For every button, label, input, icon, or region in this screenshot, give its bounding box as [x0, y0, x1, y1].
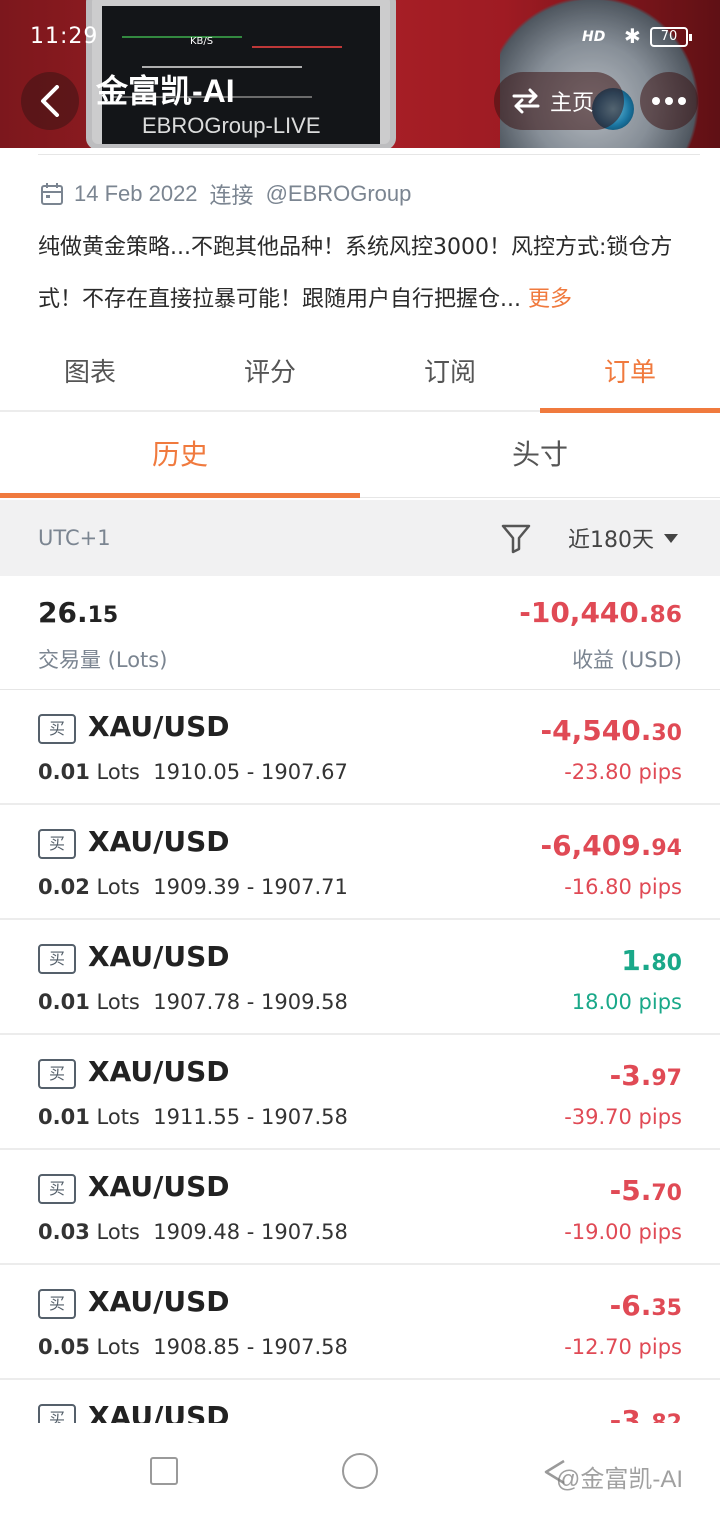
buy-badge: 买 — [38, 714, 76, 744]
order-pips: 18.00 pips — [571, 990, 682, 1014]
order-symbol: XAU/USD — [88, 710, 230, 743]
order-row[interactable]: 买 XAU/USD 0.01 Lots 1910.05 - 1907.67 -4… — [0, 690, 720, 805]
home-button-label: 主页 — [550, 91, 595, 116]
order-pips: -19.00 pips — [564, 1220, 682, 1244]
order-symbol: XAU/USD — [88, 1055, 230, 1088]
order-symbol: XAU/USD — [88, 825, 230, 858]
order-symbol: XAU/USD — [88, 1170, 230, 1203]
subtab-history[interactable]: 历史 — [0, 414, 360, 498]
connect-label: 连接 — [209, 183, 254, 208]
order-profit: 1.80 — [621, 944, 682, 977]
dot-icon — [652, 97, 660, 105]
order-detail: 0.03 Lots 1909.48 - 1907.58 — [38, 1220, 348, 1244]
dot-icon — [665, 97, 673, 105]
order-pips: -16.80 pips — [564, 875, 682, 899]
tab-subscribe[interactable]: 订阅 — [360, 338, 540, 410]
order-row[interactable]: 买 XAU/USD 0.05 Lots 1908.85 - 1907.58 -6… — [0, 1265, 720, 1380]
dot-icon — [678, 97, 686, 105]
order-profit: -3.82 — [609, 1404, 682, 1423]
tab-rating[interactable]: 评分 — [180, 338, 360, 410]
calendar-icon — [41, 183, 63, 205]
order-pips: -12.70 pips — [564, 1335, 682, 1359]
filter-icon[interactable] — [500, 522, 532, 554]
home-button[interactable]: 主页 — [494, 72, 624, 130]
total-profit-label: 收益 (USD) — [572, 648, 682, 672]
tab-chart[interactable]: 图表 — [0, 338, 180, 410]
order-profit: -4,540.30 — [540, 714, 682, 747]
order-detail: 0.05 Lots 1908.85 - 1907.58 — [38, 1335, 348, 1359]
buy-badge: 买 — [38, 1059, 76, 1089]
buy-badge: 买 — [38, 829, 76, 859]
order-detail: 0.01 Lots 1911.55 - 1907.58 — [38, 1105, 348, 1129]
buy-badge: 买 — [38, 1404, 76, 1423]
system-nav-bar: @金富凯-AI — [0, 1423, 720, 1520]
total-volume: 26.15 — [38, 596, 119, 629]
order-row[interactable]: 买 XAU/USD 0.01 Lots 1911.55 - 1907.58 -3… — [0, 1035, 720, 1150]
strategy-description: 纯做黄金策略...不跑其他品种！系统风控3000！风控方式:锁仓方式！不存在直接… — [38, 222, 702, 326]
order-row[interactable]: 买 XAU/USD 0.02 Lots 1909.39 - 1907.71 -6… — [0, 805, 720, 920]
order-detail: 0.01 Lots 1910.05 - 1907.67 — [38, 760, 348, 784]
order-profit: -6.35 — [609, 1289, 682, 1322]
filter-bar: UTC+1 近180天 — [0, 500, 720, 576]
order-profit: -5.70 — [609, 1174, 682, 1207]
order-row[interactable]: 买 XAU/USD 0.01 Lots 1907.78 - 1909.58 1.… — [0, 920, 720, 1035]
strategy-title: 金富凯-AI — [96, 73, 235, 109]
order-list: 买 XAU/USD 0.01 Lots 1910.05 - 1907.67 -4… — [0, 690, 720, 1423]
battery-icon: 70 — [650, 27, 692, 47]
subtab-positions[interactable]: 头寸 — [360, 414, 720, 497]
buy-badge: 买 — [38, 1174, 76, 1204]
order-symbol: XAU/USD — [88, 940, 230, 973]
expand-description-link[interactable]: 更多 — [528, 287, 572, 312]
bluetooth-icon: ✱ — [624, 24, 641, 48]
order-subtabs: 历史 头寸 — [0, 414, 720, 498]
tab-orders[interactable]: 订单 — [540, 338, 720, 413]
order-row[interactable]: 买 XAU/USD -3.82 — [0, 1380, 720, 1423]
hd-indicator: HD — [582, 29, 606, 45]
order-pips: -39.70 pips — [564, 1105, 682, 1129]
buy-badge: 买 — [38, 944, 76, 974]
recent-apps-button[interactable] — [150, 1457, 178, 1485]
order-detail: 0.02 Lots 1909.39 - 1907.71 — [38, 875, 348, 899]
timezone-label: UTC+1 — [38, 526, 111, 550]
home-nav-button[interactable] — [342, 1453, 378, 1489]
watermark-text: @金富凯-AI — [556, 1466, 684, 1493]
back-button[interactable] — [21, 72, 79, 130]
strategy-meta: 14 Feb 2022 连接 @EBROGroup — [40, 178, 411, 210]
order-symbol: XAU/USD — [88, 1285, 230, 1318]
order-profit: -3.97 — [609, 1059, 682, 1092]
order-profit: -6,409.94 — [540, 829, 682, 862]
status-time: 11:29 — [30, 24, 99, 49]
total-volume-label: 交易量 (Lots) — [38, 648, 168, 672]
strategy-account: EBROGroup-LIVE — [142, 113, 321, 138]
period-dropdown[interactable]: 近180天 — [568, 522, 678, 554]
created-date: 14 Feb 2022 — [74, 181, 198, 206]
buy-badge: 买 — [38, 1289, 76, 1319]
network-speed-unit: KB/S — [190, 36, 214, 47]
chevron-left-icon — [41, 85, 59, 117]
description-text: 纯做黄金策略...不跑其他品种！系统风控3000！风控方式:锁仓方式！不存在直接… — [38, 235, 673, 312]
status-bar: 11:29 KB/S HD ✱ 70 — [0, 20, 720, 56]
provider-handle[interactable]: @EBROGroup — [266, 181, 412, 207]
switch-arrows-icon — [512, 88, 540, 114]
order-pips: -23.80 pips — [564, 760, 682, 784]
order-summary: 26.15 交易量 (Lots) -10,440.86 收益 (USD) — [0, 576, 720, 690]
divider — [38, 154, 700, 155]
order-row[interactable]: 买 XAU/USD 0.03 Lots 1909.48 - 1907.58 -5… — [0, 1150, 720, 1265]
order-detail: 0.01 Lots 1907.78 - 1909.58 — [38, 990, 348, 1014]
main-tabs: 图表 评分 订阅 订单 — [0, 338, 720, 413]
period-label: 近180天 — [568, 528, 654, 553]
total-profit: -10,440.86 — [519, 596, 682, 629]
order-symbol: XAU/USD — [88, 1400, 230, 1423]
caret-down-icon — [664, 533, 678, 543]
more-options-button[interactable] — [640, 72, 698, 130]
